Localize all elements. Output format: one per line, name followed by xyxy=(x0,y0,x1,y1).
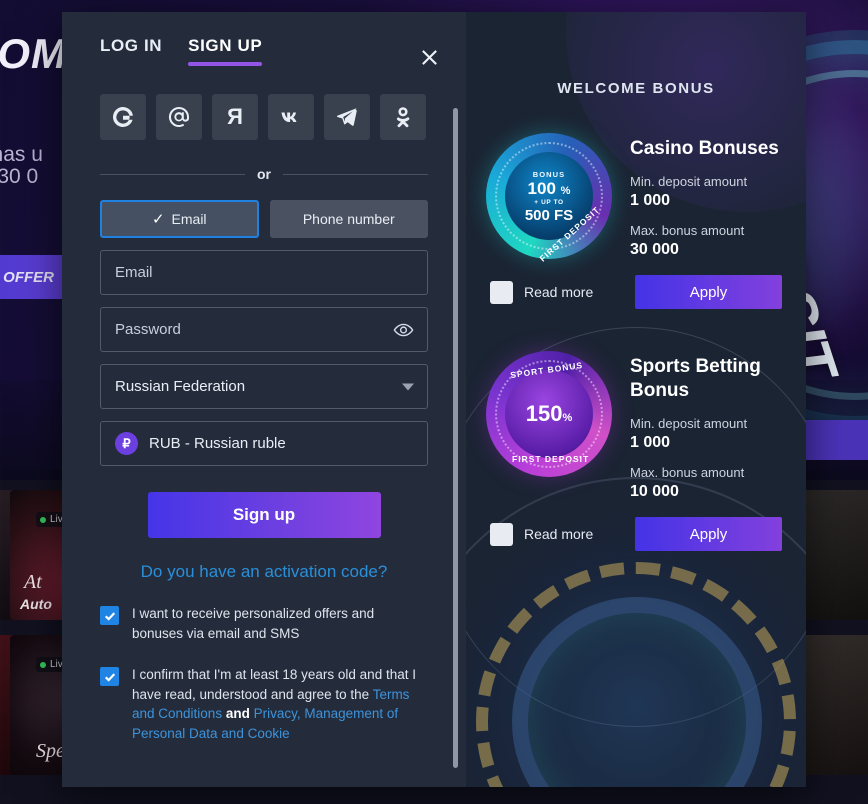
live-dot-icon xyxy=(40,661,46,668)
social-login-google[interactable] xyxy=(100,94,146,140)
divider-line-right xyxy=(283,173,428,175)
hero-title: COM xyxy=(0,30,67,77)
welcome-bonus-pane: WELCOME BONUS BONUS 100 % + UP TO 500 FS… xyxy=(466,12,806,787)
email-placeholder: Email xyxy=(115,264,153,281)
consent-marketing-row: I want to receive personalized offers an… xyxy=(100,604,428,643)
social-login-mailru[interactable] xyxy=(156,94,202,140)
casino-apply-button[interactable]: Apply xyxy=(635,275,782,309)
consent-age-terms-label: I confirm that I'm at least 18 years old… xyxy=(132,665,428,743)
badge-kicker: BONUS xyxy=(532,169,566,179)
ruble-icon: ₽ xyxy=(115,432,138,455)
casino-min-deposit-label: Min. deposit amount xyxy=(630,174,748,189)
tab-log-in[interactable]: LOG IN xyxy=(100,36,162,78)
hero-subtitle-line2: of 30 0 xyxy=(0,165,39,188)
google-icon xyxy=(113,107,133,127)
registration-method-toggle: ✓ Email Phone number xyxy=(100,200,428,238)
social-login-vk[interactable] xyxy=(268,94,314,140)
badge-main: 100 % xyxy=(527,178,571,198)
consent-marketing-label: I want to receive personalized offers an… xyxy=(132,606,375,641)
form-scrollbar[interactable] xyxy=(453,108,458,768)
casino-bonus-name: Casino Bonuses xyxy=(630,138,779,159)
close-button[interactable] xyxy=(414,42,444,72)
badge-main: 150% xyxy=(525,401,573,426)
casino-read-more-link[interactable]: i Read more xyxy=(490,280,635,304)
game-tile-title: At xyxy=(24,571,42,593)
chevron-down-icon xyxy=(402,383,414,390)
password-field[interactable]: Password xyxy=(100,307,428,352)
divider-label: or xyxy=(257,166,271,182)
country-value: Russian Federation xyxy=(115,378,246,395)
sign-up-button[interactable]: Sign up xyxy=(147,492,381,538)
sports-read-more-link[interactable]: i Read more xyxy=(490,522,635,546)
auth-tabs: LOG IN SIGN UP xyxy=(100,12,428,78)
sports-bonus-actions: i Read more Apply xyxy=(466,517,806,551)
odnoklassniki-icon xyxy=(396,107,410,128)
consent-marketing-checkbox[interactable] xyxy=(100,606,119,625)
bonus-card-casino: BONUS 100 % + UP TO 500 FS FIRST DEPOSIT… xyxy=(466,133,806,264)
consent-age-terms-checkbox[interactable] xyxy=(100,667,119,686)
password-placeholder: Password xyxy=(115,321,181,338)
sports-max-bonus-value: 10 000 xyxy=(630,483,679,500)
method-email-label: Email xyxy=(171,211,207,227)
sports-bonus-info: Sports Betting Bonus Min. deposit amount… xyxy=(630,351,782,501)
casino-max-bonus-value: 30 000 xyxy=(630,241,679,258)
at-icon xyxy=(168,106,190,127)
casino-bonus-actions: i Read more Apply xyxy=(466,275,806,309)
currency-select[interactable]: ₽ RUB - Russian ruble xyxy=(100,421,428,466)
bonus-card-sports: 150% SPORT BONUS FIRST DEPOSIT Sports Be… xyxy=(466,351,806,501)
casino-bonus-info: Casino Bonuses Min. deposit amount 1 000… xyxy=(630,133,782,259)
social-login-telegram[interactable] xyxy=(324,94,370,140)
badge-mid: + UP TO xyxy=(534,198,564,206)
yandex-icon: Я xyxy=(227,104,243,129)
eye-icon xyxy=(393,323,414,336)
method-phone-label: Phone number xyxy=(302,211,395,227)
sports-min-deposit-value: 1 000 xyxy=(630,434,671,451)
method-email-option[interactable]: ✓ Email xyxy=(100,200,259,238)
casino-max-bonus-label: Max. bonus amount xyxy=(630,223,745,238)
live-dot-icon xyxy=(40,516,46,523)
vk-icon xyxy=(281,112,297,122)
hero-offer-button[interactable]: OFFER xyxy=(0,255,64,299)
consent-conjunction: and xyxy=(222,706,254,721)
email-field[interactable]: Email xyxy=(100,250,428,295)
info-icon: i xyxy=(490,522,513,546)
casino-min-deposit-value: 1 000 xyxy=(630,192,671,209)
sports-min-deposit-label: Min. deposit amount xyxy=(630,416,748,431)
country-select[interactable]: Russian Federation xyxy=(100,364,428,409)
social-login-yandex[interactable]: Я xyxy=(212,94,258,140)
signup-form-pane: LOG IN SIGN UP Я or ✓ Email Phone number… xyxy=(62,12,466,787)
badge-sub: 500 FS xyxy=(524,206,574,224)
sports-bonus-badge-icon: 150% SPORT BONUS FIRST DEPOSIT xyxy=(486,351,612,477)
casino-bonus-badge-icon: BONUS 100 % + UP TO 500 FS FIRST DEPOSIT xyxy=(486,133,612,264)
currency-value: RUB - Russian ruble xyxy=(149,435,286,452)
auth-modal: LOG IN SIGN UP Я or ✓ Email Phone number… xyxy=(62,12,806,787)
telegram-icon xyxy=(336,108,357,126)
welcome-bonus-title: WELCOME BONUS xyxy=(557,80,715,97)
game-tile-subtitle: Auto xyxy=(20,596,52,612)
checkmark-icon xyxy=(104,672,115,682)
divider-line-left xyxy=(100,173,245,175)
game-tile-title: Spe xyxy=(36,740,65,762)
sports-bonus-name: Sports Betting Bonus xyxy=(630,356,761,401)
badge-arc-label: FIRST DEPOSIT xyxy=(512,454,590,464)
or-divider: or xyxy=(100,166,428,182)
method-phone-option[interactable]: Phone number xyxy=(269,200,428,238)
tab-sign-up[interactable]: SIGN UP xyxy=(188,36,263,78)
social-login-odnoklassniki[interactable] xyxy=(380,94,426,140)
toggle-password-visibility-button[interactable] xyxy=(393,319,414,340)
checkmark-icon xyxy=(104,611,115,621)
social-login-row: Я xyxy=(100,94,428,140)
sports-apply-button[interactable]: Apply xyxy=(635,517,782,551)
activation-code-link[interactable]: Do you have an activation code? xyxy=(100,562,428,582)
check-icon: ✓ xyxy=(151,211,165,228)
sports-read-more-label: Read more xyxy=(524,526,594,542)
sports-max-bonus-label: Max. bonus amount xyxy=(630,465,745,480)
consent-age-terms-row: I confirm that I'm at least 18 years old… xyxy=(100,665,428,743)
close-icon xyxy=(421,49,437,65)
info-icon: i xyxy=(490,280,513,304)
casino-read-more-label: Read more xyxy=(524,284,594,300)
